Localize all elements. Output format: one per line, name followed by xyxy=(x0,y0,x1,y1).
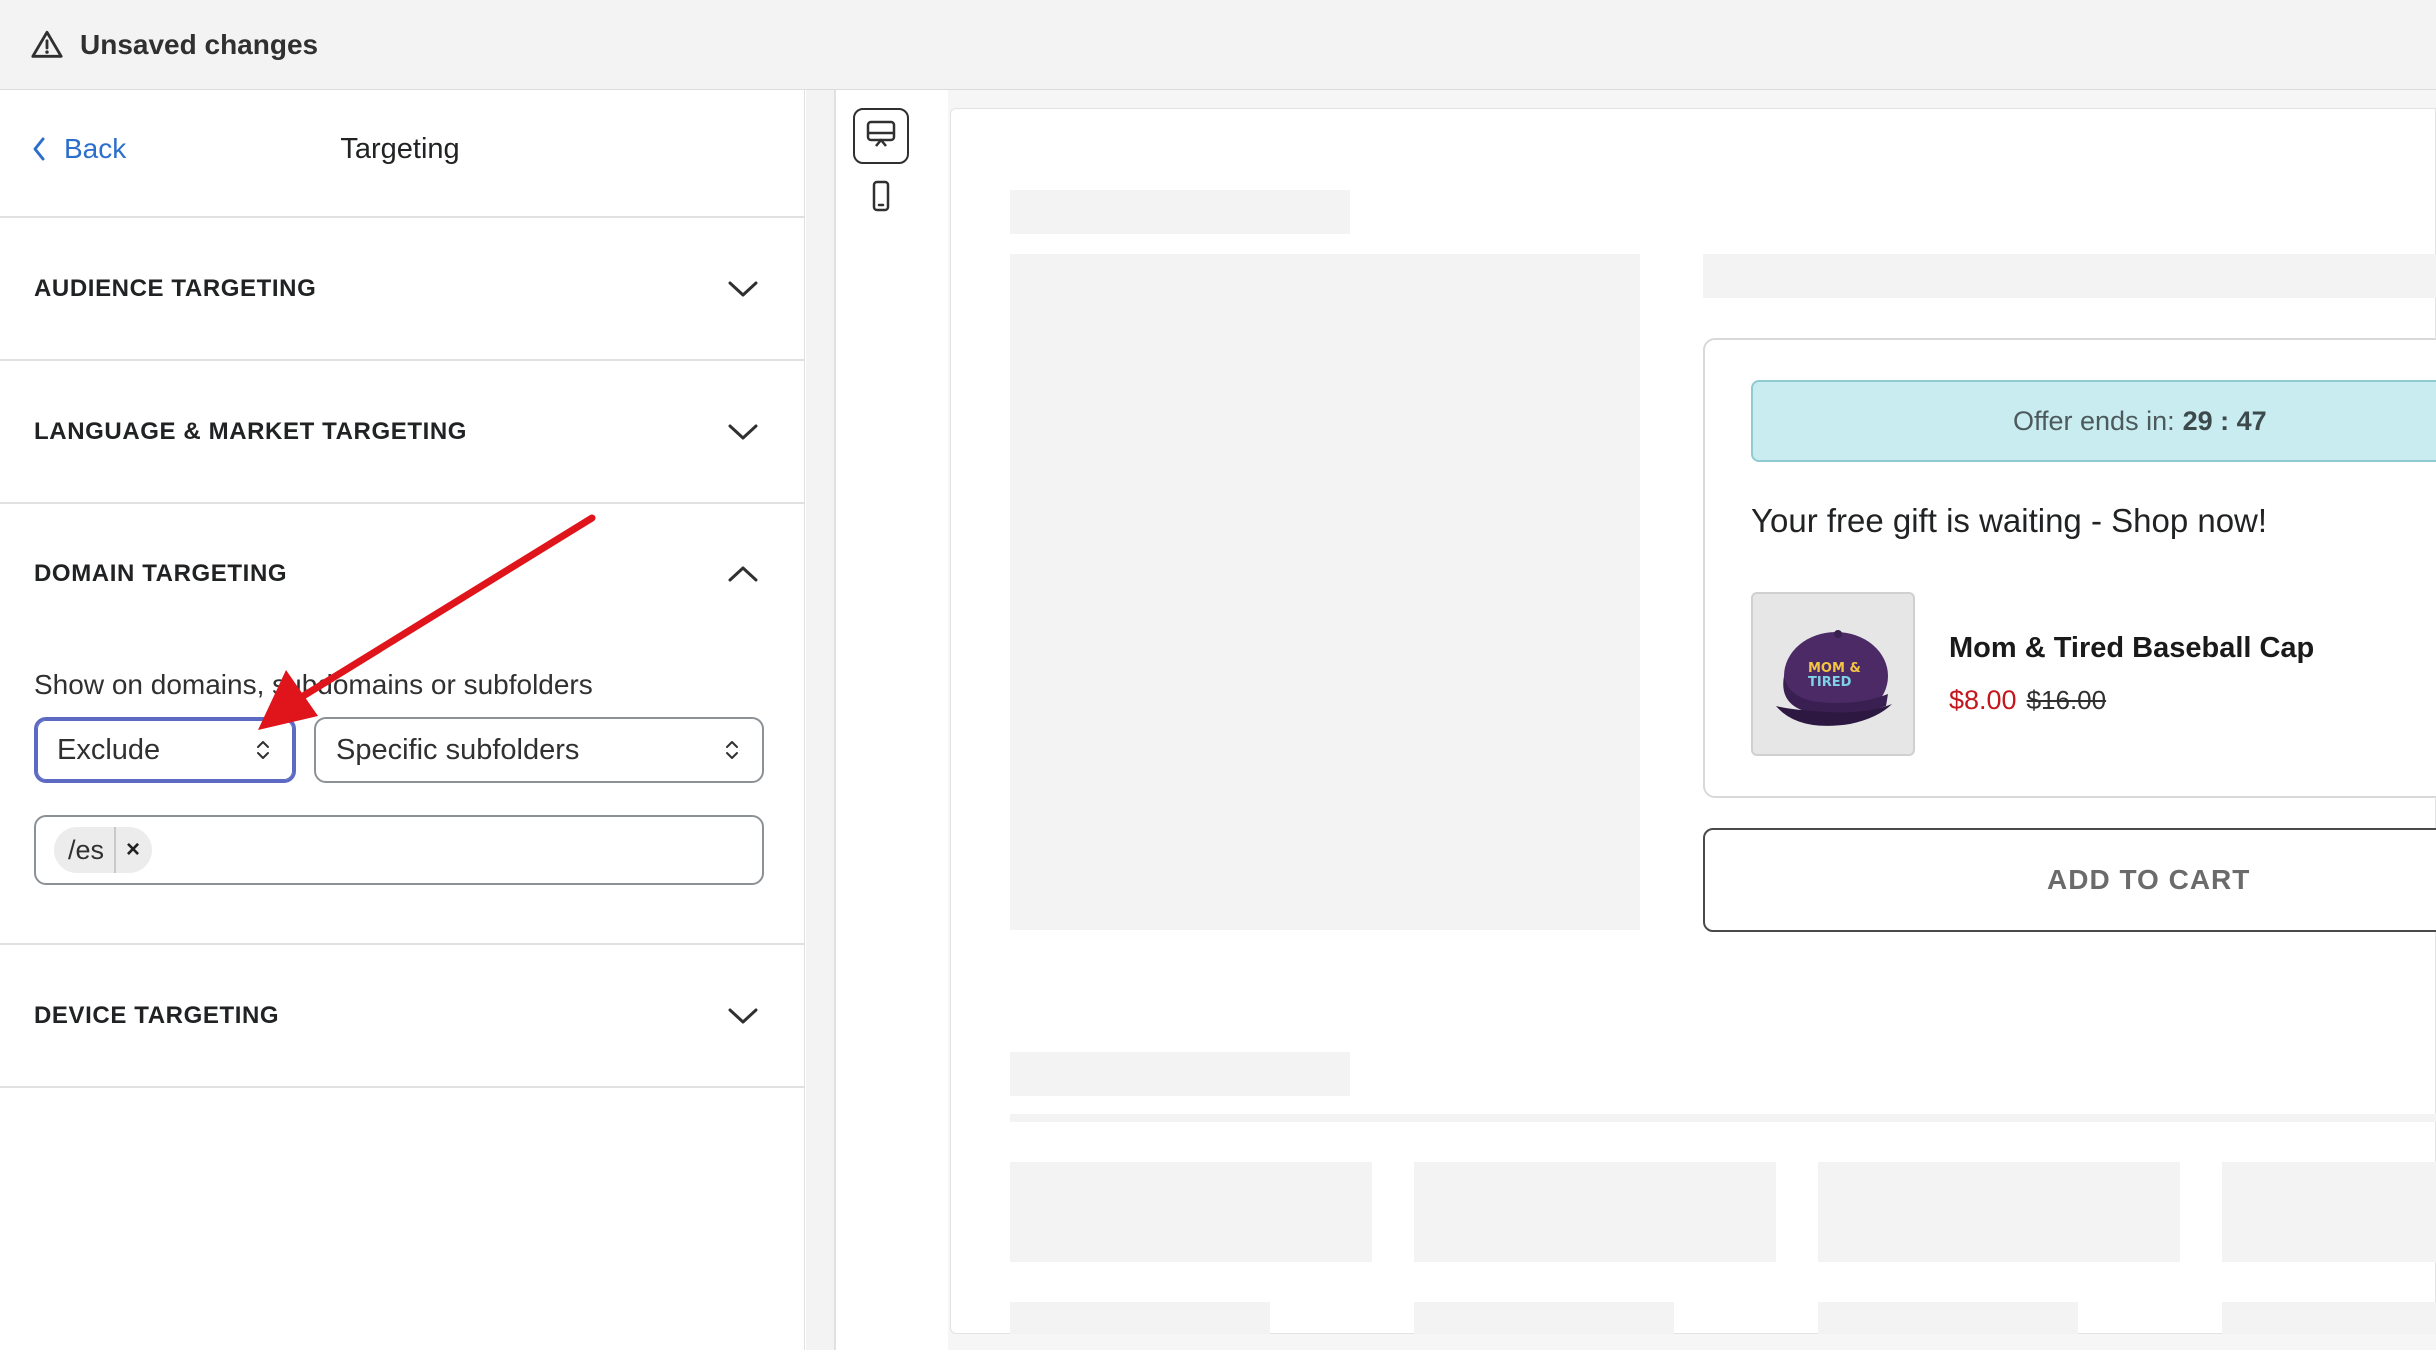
section-title: AUDIENCE TARGETING xyxy=(34,274,317,302)
original-price: $16.00 xyxy=(2026,685,2107,715)
include-exclude-select[interactable]: Exclude xyxy=(34,717,296,783)
audience-targeting-toggle[interactable]: AUDIENCE TARGETING xyxy=(0,218,804,359)
select-arrows-icon xyxy=(724,737,740,763)
placeholder-card xyxy=(1414,1302,1674,1334)
device-targeting-section: DEVICE TARGETING xyxy=(0,945,804,1088)
gift-message: Your free gift is waiting - Shop now! xyxy=(1751,502,2268,539)
baseball-cap-image: MOM & TIRED xyxy=(1776,630,1892,726)
select-value: Exclude xyxy=(57,733,161,766)
placeholder-block xyxy=(1010,1052,1350,1096)
placeholder-block xyxy=(1010,190,1350,234)
panel-splitter[interactable] xyxy=(806,90,836,1350)
warning-icon xyxy=(30,28,64,62)
section-title: DEVICE TARGETING xyxy=(34,1001,280,1029)
placeholder-card xyxy=(2222,1162,2436,1262)
domain-targeting-section: DOMAIN TARGETING Show on domains, subdom… xyxy=(0,504,804,945)
timer-label: Offer ends in: xyxy=(2013,405,2175,436)
add-to-cart-button[interactable]: ADD TO CART xyxy=(1703,828,2436,932)
domain-field-label: Show on domains, subdomains or subfolder… xyxy=(34,669,593,700)
targeting-panel: Back Targeting AUDIENCE TARGETING LANGUA… xyxy=(0,90,805,1350)
svg-text:TIRED: TIRED xyxy=(1808,675,1852,690)
chevron-up-icon xyxy=(726,563,760,585)
product-name[interactable]: Mom & Tired Baseball Cap xyxy=(1949,632,2314,665)
desktop-icon xyxy=(864,117,898,156)
select-value: Specific subfolders xyxy=(336,733,580,766)
placeholder-card xyxy=(2222,1302,2436,1334)
countdown-timer-bar: Offer ends in: 29 : 47 xyxy=(1751,380,2436,462)
subfolder-tag: /es × xyxy=(54,827,153,873)
placeholder-divider xyxy=(1010,1114,2436,1122)
section-title: LANGUAGE & MARKET TARGETING xyxy=(34,417,468,445)
panel-title: Targeting xyxy=(340,133,460,165)
section-title: DOMAIN TARGETING xyxy=(34,559,288,587)
cap-text: MOM & xyxy=(1808,661,1861,676)
device-preview-toolbar xyxy=(836,90,948,1350)
subfolder-tag-input[interactable]: /es × xyxy=(34,815,764,885)
select-arrows-icon xyxy=(255,737,271,763)
price-row: $8.00 $16.00 xyxy=(1949,685,2106,716)
domain-targeting-toggle[interactable]: DOMAIN TARGETING xyxy=(0,504,804,643)
remove-tag-button[interactable]: × xyxy=(126,836,140,864)
language-market-targeting-section: LANGUAGE & MARKET TARGETING xyxy=(0,361,804,504)
placeholder-card xyxy=(1818,1162,2180,1262)
tag-label: /es xyxy=(68,834,105,865)
placeholder-card xyxy=(1414,1162,1776,1262)
placeholder-card xyxy=(1818,1302,2078,1334)
placeholder-block xyxy=(1703,254,2436,298)
unsaved-changes-title: Unsaved changes xyxy=(80,28,319,60)
panel-header: Back Targeting xyxy=(0,90,804,218)
mobile-preview-button[interactable] xyxy=(853,170,909,226)
domain-targeting-body: Show on domains, subdomains or subfolder… xyxy=(0,643,804,943)
sale-price: $8.00 xyxy=(1949,685,2017,715)
chevron-down-icon xyxy=(726,278,760,300)
timer-value: 29 : 47 xyxy=(2182,405,2267,436)
device-targeting-toggle[interactable]: DEVICE TARGETING xyxy=(0,945,804,1086)
desktop-preview-button[interactable] xyxy=(853,108,909,164)
product-image-placeholder xyxy=(1010,254,1640,930)
domain-scope-select[interactable]: Specific subfolders xyxy=(314,717,764,783)
chevron-down-icon xyxy=(726,421,760,443)
language-market-targeting-toggle[interactable]: LANGUAGE & MARKET TARGETING xyxy=(0,361,804,502)
unsaved-changes-bar: Unsaved changes xyxy=(0,0,2436,90)
mobile-icon xyxy=(867,179,895,218)
chevron-down-icon xyxy=(726,1005,760,1027)
placeholder-card xyxy=(1010,1302,1270,1334)
product-thumbnail[interactable]: MOM & TIRED xyxy=(1751,592,1915,756)
tag-divider xyxy=(114,827,117,873)
placeholder-card xyxy=(1010,1162,1372,1262)
audience-targeting-section: AUDIENCE TARGETING xyxy=(0,218,804,361)
free-gift-offer-card: Offer ends in: 29 : 47 Your free gift is… xyxy=(1703,338,2436,798)
